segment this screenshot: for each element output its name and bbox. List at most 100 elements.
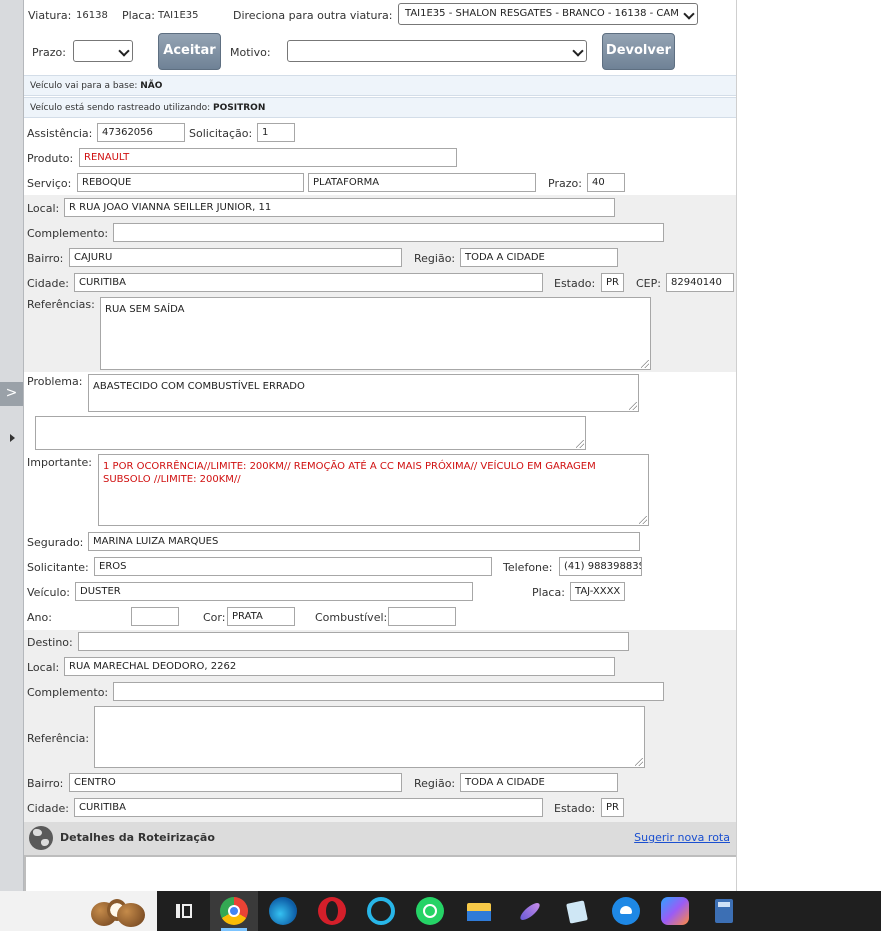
expand-arrow-icon[interactable] [10,434,15,442]
motivo-label: Motivo: [230,46,271,59]
feather-icon[interactable] [514,897,543,925]
destino-regiao-field[interactable]: TODA A CIDADE [460,773,618,792]
extra-textarea[interactable] [35,416,586,450]
base-info-label: Veículo vai para a base: [30,81,138,91]
cidade-label: Cidade: [27,277,69,290]
ano-label: Ano: [27,611,52,624]
direciona-select[interactable]: TAI1E35 - SHALON RESGATES - BRANCO - 161… [398,3,698,25]
resize-grip-icon[interactable] [629,402,637,410]
prazo-label: Prazo: [548,177,582,190]
viatura-value: 16138 [76,10,108,21]
motivo-select[interactable] [287,40,587,62]
base-info-bar: Veículo vai para a base: NÃO [24,75,736,96]
devolver-button[interactable]: Devolver [602,33,675,70]
resize-grip-icon[interactable] [635,758,643,766]
solicitacao-field[interactable]: 1 [257,123,295,142]
destino-estado-field[interactable]: PR [601,798,624,817]
destino-cidade-field[interactable]: CURITIBA [74,798,543,817]
route-details-panel [24,855,736,891]
expand-sidebar-button[interactable]: > [0,382,23,406]
main-panel: Viatura: 16138 Placa: TAI1E35 Direciona … [24,0,737,891]
file-explorer-icon[interactable] [465,897,493,925]
placa-veiculo-label: Placa: [532,586,565,599]
notepad-icon[interactable] [563,897,591,925]
chrome-icon[interactable] [220,897,248,925]
telefone-label: Telefone: [503,561,553,574]
destino-bairro-field[interactable]: CENTRO [69,773,402,792]
regiao-field[interactable]: TODA A CIDADE [460,248,618,267]
prazo-select[interactable] [73,40,133,62]
destino-complemento-field[interactable] [113,682,664,701]
combustivel-field[interactable] [388,607,456,626]
telefone-field[interactable]: (41) 98839883S [559,557,642,576]
task-view-icon[interactable] [170,897,198,925]
aceitar-button[interactable]: Aceitar [158,33,221,70]
edge-icon[interactable] [269,897,297,925]
problema-text: ABASTECIDO COM COMBUSTÍVEL ERRADO [93,381,305,392]
direciona-selected-value: TAI1E35 - SHALON RESGATES - BRANCO - 161… [405,8,679,19]
chevron-down-icon [118,45,130,57]
solicitante-label: Solicitante: [27,561,89,574]
ano-field[interactable] [131,607,179,626]
bairro-field[interactable]: CAJURU [69,248,402,267]
destino-estado-label: Estado: [554,802,596,815]
importante-textarea[interactable]: 1 POR OCORRÊNCIA//LIMITE: 200KM// REMOÇÃ… [98,454,649,526]
destino-field[interactable] [78,632,629,651]
segurado-field[interactable]: MARINA LUIZA MARQUES [88,532,640,551]
veiculo-field[interactable]: DUSTER [75,582,473,601]
combustivel-label: Combustível: [315,611,388,624]
servico-field[interactable]: REBOQUE [77,173,304,192]
estado-field[interactable]: PR [601,273,624,292]
cidade-field[interactable]: CURITIBA [74,273,543,292]
resize-grip-icon[interactable] [641,360,649,368]
problema-textarea[interactable]: ABASTECIDO COM COMBUSTÍVEL ERRADO [88,374,639,412]
referencias-textarea[interactable]: RUA SEM SAÍDA [100,297,651,370]
calculator-icon[interactable] [710,897,738,925]
solicitante-field[interactable]: EROS [94,557,492,576]
destino-local-field[interactable]: RUA MARECHAL DEODORO, 2262 [64,657,615,676]
suggest-route-link[interactable]: Sugerir nova rota [634,831,730,844]
placa-veiculo-field[interactable]: TAJ-XXXX [570,582,625,601]
whatsapp-icon[interactable] [416,897,444,925]
direciona-label: Direciona para outra viatura: [233,9,393,22]
referencias-label: Referências: [27,298,95,311]
taskbar-widget-area[interactable] [0,891,157,931]
bairro-label: Bairro: [27,252,64,265]
referencias-text: RUA SEM SAÍDA [105,304,185,315]
assistencia-label: Assistência: [27,127,93,140]
problema-label: Problema: [27,375,83,388]
destino-complemento-label: Complemento: [27,686,109,699]
produto-field[interactable]: RENAULT [79,148,457,167]
tracking-info-value: POSITRON [213,103,266,113]
copilot-icon[interactable] [661,897,689,925]
destino-referencia-textarea[interactable] [94,706,645,768]
cor-label: Cor: [203,611,226,624]
base-info-value: NÃO [140,81,163,91]
local-label: Local: [27,202,60,215]
route-details-bar: Detalhes da Roteirização Sugerir nova ro… [24,822,736,855]
complemento-field[interactable] [113,223,664,242]
alexa-icon[interactable] [367,897,395,925]
assistencia-field[interactable]: 47362056 [97,123,185,142]
tracking-info-label: Veículo está sendo rastreado utilizando: [30,103,211,113]
destino-local-label: Local: [27,661,60,674]
servico-tipo-field[interactable]: PLATAFORMA [308,173,536,192]
placa-label: Placa: [122,9,155,22]
regiao-label: Região: [414,252,456,265]
destino-bairro-label: Bairro: [27,777,64,790]
servico-label: Serviço: [27,177,72,190]
prazo-field[interactable]: 40 [587,173,625,192]
cep-field[interactable]: 82940140 [666,273,734,292]
local-field[interactable]: R RUA JOAO VIANNA SEILLER JUNIOR, 11 [64,198,615,217]
opera-icon[interactable] [318,897,346,925]
destino-cidade-label: Cidade: [27,802,69,815]
importante-text: 1 POR OCORRÊNCIA//LIMITE: 200KM// REMOÇÃ… [103,461,596,485]
solicitacao-label: Solicitação: [189,127,253,140]
segurado-label: Segurado: [27,536,84,549]
destino-referencia-label: Referência: [27,732,90,745]
phone-icon[interactable] [612,897,640,925]
cor-field[interactable]: PRATA [227,607,295,626]
cep-label: CEP: [636,277,661,290]
resize-grip-icon[interactable] [639,516,647,524]
resize-grip-icon[interactable] [576,440,584,448]
